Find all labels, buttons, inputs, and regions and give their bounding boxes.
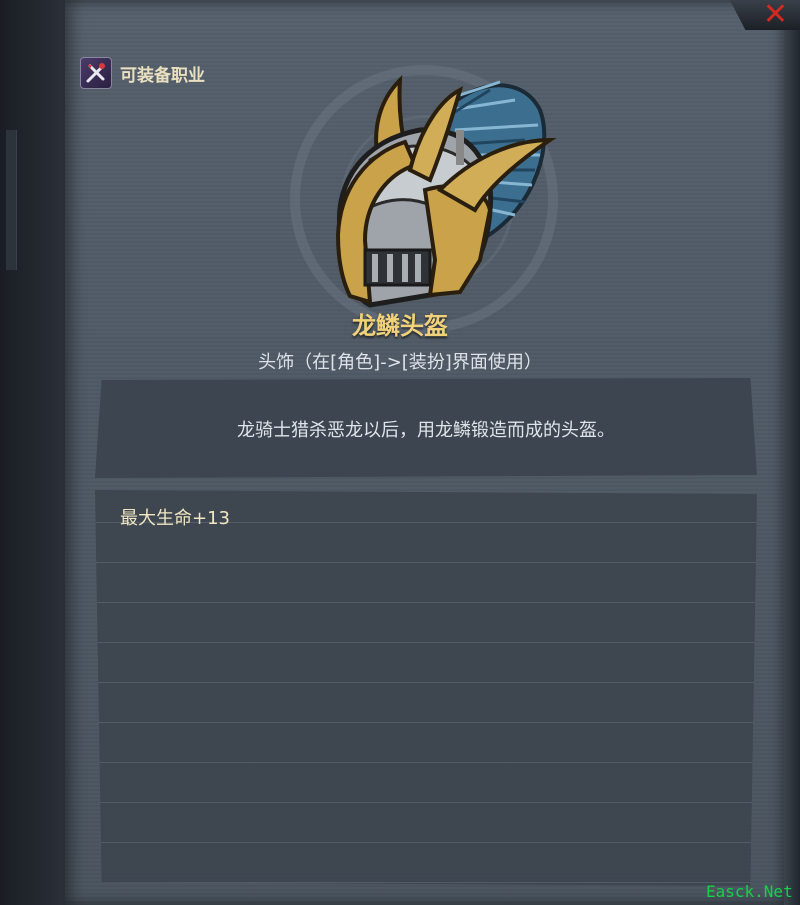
- stats-box: [95, 490, 757, 886]
- item-type: 头饰（在[角色]->[装扮]界面使用）: [258, 352, 542, 373]
- border-seam: [6, 130, 17, 270]
- stat-max-hp: 最大生命+13: [120, 508, 230, 529]
- item-name: 龙鳞头盔: [352, 312, 448, 340]
- watermark: Easck.Net: [706, 882, 793, 901]
- equippable-class-header[interactable]: 可装备职业: [80, 57, 205, 89]
- helmet-icon: [335, 74, 557, 308]
- close-icon[interactable]: ✕: [763, 0, 788, 30]
- equippable-class-label: 可装备职业: [120, 65, 205, 86]
- right-border: [784, 0, 800, 905]
- crossed-tools-icon[interactable]: [80, 57, 112, 89]
- left-border: [0, 0, 62, 905]
- item-description: 龙骑士猎杀恶龙以后，用龙鳞锻造而成的头盔。: [237, 420, 615, 441]
